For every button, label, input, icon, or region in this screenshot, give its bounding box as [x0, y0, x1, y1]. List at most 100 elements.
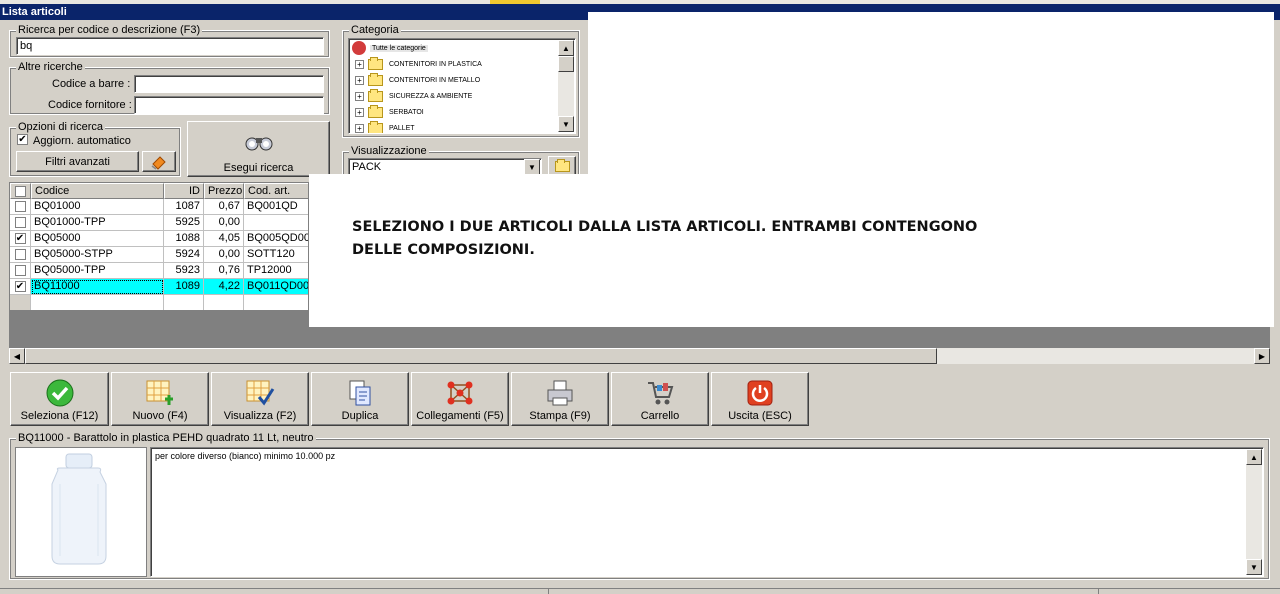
cell-id: 1089 — [164, 279, 204, 295]
auto-update-label: Aggiorn. automatico — [33, 135, 131, 147]
row-checkbox[interactable]: ✔ — [14, 233, 26, 244]
category-item-label: SICUREZZA & AMBIENTE — [389, 92, 473, 100]
new-grid-icon — [146, 380, 173, 405]
cell-code: BQ01000-TPP — [31, 215, 164, 231]
binoculars-icon — [245, 137, 272, 151]
annotation-text-line1: SELEZIONO I DUE ARTICOLI DALLA LISTA ART… — [352, 219, 978, 235]
table-row-selected[interactable]: ✔ BQ11000 1089 4,22 BQ011QD00 — [10, 279, 308, 295]
category-scrollbar[interactable]: ▲ ▼ — [558, 40, 574, 132]
header-id[interactable]: ID — [164, 183, 204, 199]
cell-price: 0,00 — [204, 215, 244, 231]
row-checkbox[interactable] — [14, 201, 26, 212]
category-item[interactable]: + PALLET — [355, 120, 415, 133]
header-art-code[interactable]: Cod. art. — [244, 183, 308, 199]
select-all-checkbox[interactable] — [15, 186, 26, 197]
dropdown-arrow-icon[interactable]: ▼ — [524, 159, 540, 175]
table-row-new[interactable] — [10, 295, 308, 310]
grid-horizontal-scrollbar[interactable]: ◀ ▶ — [9, 348, 1270, 364]
advanced-filters-button[interactable]: Filtri avanzati — [16, 151, 139, 172]
exit-button-label: Uscita (ESC) — [728, 410, 792, 422]
category-root[interactable]: Tutte le categorie — [352, 40, 428, 56]
supplier-input[interactable] — [134, 96, 324, 114]
cell-price: 4,22 — [204, 279, 244, 295]
table-row[interactable]: BQ01000 1087 0,67 BQ001QD — [10, 199, 308, 215]
category-item-label: CONTENITORI IN PLASTICA — [389, 60, 482, 68]
exit-button[interactable]: Uscita (ESC) — [711, 372, 809, 426]
options-label: Opzioni di ricerca — [16, 121, 105, 133]
check-icon — [46, 379, 73, 407]
cart-icon — [648, 382, 674, 405]
clear-filters-button[interactable] — [142, 151, 176, 172]
row-checkbox[interactable] — [14, 265, 26, 276]
cell-price: 0,00 — [204, 247, 244, 263]
notes-textarea[interactable]: per colore diverso (bianco) minimo 10.00… — [150, 447, 1264, 577]
row-checkbox[interactable] — [14, 249, 26, 260]
cell-code: BQ01000 — [31, 199, 164, 215]
category-item[interactable]: + SICUREZZA & AMBIENTE — [355, 88, 472, 104]
cell-code: BQ05000 — [31, 231, 164, 247]
row-checkbox[interactable] — [14, 217, 26, 228]
scroll-thumb[interactable] — [25, 348, 937, 364]
cell-price: 0,67 — [204, 199, 244, 215]
cell-art-code: BQ005QD00 — [244, 231, 308, 247]
auto-update-checkbox[interactable]: ✔ — [17, 134, 28, 145]
folder-icon — [368, 56, 383, 70]
row-checkbox[interactable]: ✔ — [14, 281, 26, 292]
select-button[interactable]: Seleziona (F12) — [10, 372, 109, 426]
run-search-label: Esegui ricerca — [223, 162, 294, 174]
header-code[interactable]: Codice — [31, 183, 164, 199]
category-item-label: SERBATOI — [389, 108, 424, 116]
scroll-right-icon[interactable]: ▶ — [1254, 348, 1270, 364]
scroll-down-icon[interactable]: ▼ — [1246, 559, 1262, 575]
table-row[interactable]: BQ05000-STPP 5924 0,00 SOTT120 — [10, 247, 308, 263]
articles-grid[interactable]: Codice ID Prezzo Cod. art. BQ01000 1087 … — [9, 182, 309, 311]
cell-id: 1087 — [164, 199, 204, 215]
open-folder-button[interactable] — [548, 156, 576, 176]
table-row[interactable]: ✔ BQ05000 1088 4,05 BQ005QD00 — [10, 231, 308, 247]
scroll-down-icon[interactable]: ▼ — [558, 116, 574, 132]
select-button-label: Seleziona (F12) — [20, 410, 99, 422]
expand-icon[interactable]: + — [355, 91, 364, 101]
notes-scrollbar[interactable]: ▲ ▼ — [1246, 449, 1262, 575]
new-button[interactable]: Nuovo (F4) — [111, 372, 209, 426]
scroll-left-icon[interactable]: ◀ — [9, 348, 25, 364]
header-price[interactable]: Prezzo — [204, 183, 244, 199]
table-row[interactable]: BQ01000-TPP 5925 0,00 — [10, 215, 308, 231]
scroll-up-icon[interactable]: ▲ — [558, 40, 574, 56]
cell-id: 5925 — [164, 215, 204, 231]
cell-code: BQ05000-TPP — [31, 263, 164, 279]
view-button[interactable]: Visualizza (F2) — [211, 372, 309, 426]
expand-icon[interactable]: + — [355, 75, 364, 85]
links-button[interactable]: Collegamenti (F5) — [411, 372, 509, 426]
cell-price: 0,76 — [204, 263, 244, 279]
header-select-all[interactable] — [10, 183, 31, 199]
folder-icon — [554, 158, 570, 172]
power-icon — [747, 380, 773, 406]
category-item[interactable]: + SERBATOI — [355, 104, 424, 120]
printer-icon — [547, 380, 573, 406]
category-item[interactable]: + CONTENITORI IN METALLO — [355, 72, 480, 88]
category-tree[interactable]: Tutte le categorie + CONTENITORI IN PLAST… — [348, 38, 576, 134]
duplicate-button[interactable]: Duplica — [311, 372, 409, 426]
cart-button-label: Carrello — [640, 410, 680, 422]
print-button[interactable]: Stampa (F9) — [511, 372, 609, 426]
scroll-thumb[interactable] — [558, 56, 574, 72]
cell-code: BQ05000-STPP — [31, 247, 164, 263]
category-item[interactable]: + CONTENITORI IN PLASTICA — [355, 56, 482, 72]
expand-icon[interactable]: + — [355, 59, 364, 69]
expand-icon[interactable]: + — [355, 123, 364, 133]
barcode-input[interactable] — [134, 75, 324, 93]
run-search-button[interactable]: Esegui ricerca — [187, 121, 330, 177]
other-search-label: Altre ricerche — [16, 61, 85, 73]
category-item-label: CONTENITORI IN METALLO — [389, 76, 481, 84]
cell-art-code — [244, 215, 308, 231]
status-bar — [0, 588, 1280, 594]
scroll-up-icon[interactable]: ▲ — [1246, 449, 1262, 465]
search-input[interactable]: bq — [16, 37, 324, 55]
cart-button[interactable]: Carrello — [611, 372, 709, 426]
expand-icon[interactable]: + — [355, 107, 364, 117]
eraser-icon — [151, 155, 166, 170]
cell-art-code: TP12000 — [244, 263, 308, 279]
cell-id: 5924 — [164, 247, 204, 263]
table-row[interactable]: BQ05000-TPP 5923 0,76 TP12000 — [10, 263, 308, 279]
